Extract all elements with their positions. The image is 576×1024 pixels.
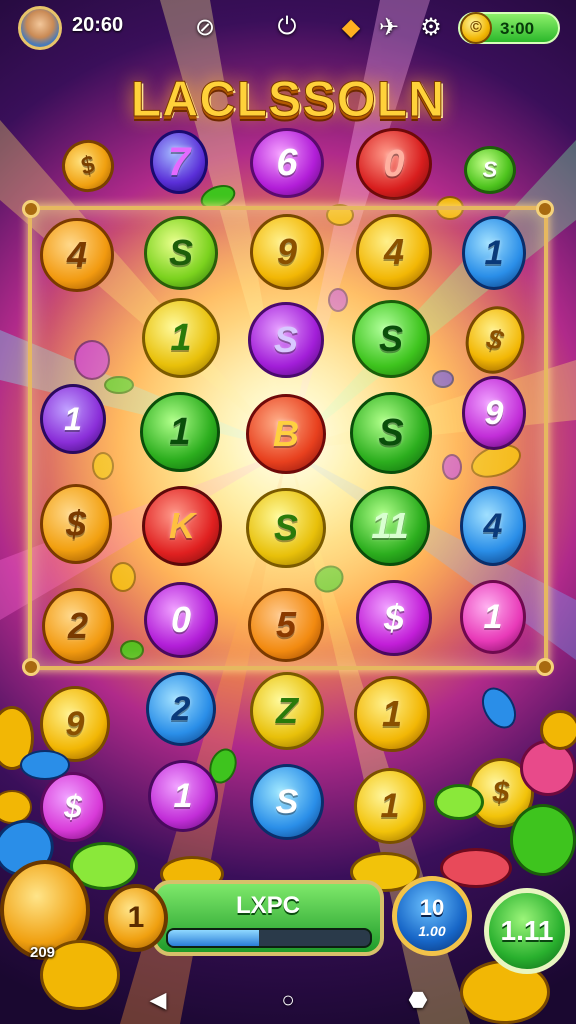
board-coin[interactable]: K bbox=[142, 486, 222, 566]
board-coin[interactable]: S bbox=[144, 216, 218, 290]
lower-coin[interactable]: 1 bbox=[354, 768, 426, 844]
board-coin[interactable]: 4 bbox=[356, 214, 432, 290]
board-coin[interactable]: 0 bbox=[144, 582, 218, 658]
coin-balance: 3:00 bbox=[500, 19, 535, 38]
home-button[interactable]: ○ bbox=[273, 985, 303, 1015]
board-coin[interactable]: B bbox=[246, 394, 326, 474]
system-nav-bar: ◀ ○ ⬣ bbox=[0, 976, 576, 1024]
board-coin[interactable]: S bbox=[352, 300, 430, 378]
coin-balance-pill[interactable]: © 3:00 bbox=[458, 12, 560, 44]
lower-coin[interactable]: $ bbox=[40, 772, 106, 842]
xp-fill bbox=[168, 930, 259, 946]
blue-badge-value: 10 bbox=[419, 895, 445, 920]
back-button[interactable]: ◀ bbox=[143, 985, 173, 1015]
board-coin[interactable]: S bbox=[350, 392, 432, 474]
board-coin[interactable]: 5 bbox=[248, 588, 324, 662]
board-coin[interactable]: 1 bbox=[40, 384, 106, 454]
level-coin[interactable]: 1 bbox=[104, 884, 168, 952]
xp-bar[interactable]: LXPC bbox=[152, 880, 384, 956]
gear-icon[interactable]: ⚙ bbox=[416, 12, 446, 42]
pile-coin bbox=[434, 784, 484, 820]
pile-coin bbox=[510, 804, 576, 876]
lower-coin[interactable]: 1 bbox=[354, 676, 430, 752]
clock-time: 20:60 bbox=[72, 14, 124, 36]
board-coin[interactable]: 1 bbox=[142, 298, 220, 378]
pile-coin bbox=[20, 750, 70, 780]
blue-badge[interactable]: 10 1.00 bbox=[392, 876, 472, 956]
board-corner bbox=[536, 658, 554, 676]
top-bar: 20:60 ⊘ ⏻ ◆ ✈ ⚙ © 3:00 bbox=[0, 0, 576, 56]
board-corner bbox=[22, 200, 40, 218]
blue-badge-sub: 1.00 bbox=[418, 923, 446, 939]
recents-button[interactable]: ⬣ bbox=[403, 985, 433, 1015]
small-value-label: 209 bbox=[30, 944, 56, 961]
lower-coin[interactable]: 1 bbox=[148, 760, 218, 832]
board-coin[interactable]: 1 bbox=[140, 392, 220, 472]
top-coin-1[interactable]: 7 bbox=[150, 130, 208, 194]
power-icon[interactable]: ⏻ bbox=[272, 12, 302, 42]
floating-coin: S bbox=[464, 146, 516, 194]
coin-icon: © bbox=[460, 12, 492, 44]
board-coin[interactable]: 4 bbox=[460, 486, 526, 566]
green-spin-button[interactable]: 1.11 bbox=[484, 888, 570, 974]
lower-coin[interactable]: Z bbox=[250, 672, 324, 750]
floating-coin: $ bbox=[54, 132, 122, 200]
xp-panel: LXPC 1 bbox=[104, 876, 384, 960]
board-coin[interactable]: $ bbox=[356, 580, 432, 656]
floating-coin bbox=[475, 681, 523, 735]
top-coin-2[interactable]: 6 bbox=[250, 128, 324, 198]
avatar[interactable] bbox=[18, 6, 62, 50]
board-coin[interactable]: 9 bbox=[250, 214, 324, 290]
board-coin[interactable]: 4 bbox=[40, 218, 114, 292]
board-coin[interactable]: S bbox=[248, 302, 324, 378]
game-title: LACLSSOLN bbox=[130, 71, 446, 128]
lower-coin[interactable]: 2 bbox=[146, 672, 216, 746]
board-corner bbox=[536, 200, 554, 218]
board-coin[interactable]: 1 bbox=[462, 216, 526, 290]
pizza-icon[interactable]: ◆ bbox=[336, 12, 366, 42]
xp-label: LXPC bbox=[235, 892, 300, 919]
board-coin[interactable]: 11 bbox=[350, 486, 430, 566]
board-coin[interactable]: S bbox=[246, 488, 326, 568]
rocket-icon[interactable]: ✈ bbox=[374, 12, 404, 42]
no-sign-icon[interactable]: ⊘ bbox=[190, 12, 220, 42]
board-corner bbox=[22, 658, 40, 676]
board-coin[interactable]: $ bbox=[40, 484, 112, 564]
top-coin-3[interactable]: 0 bbox=[356, 128, 432, 200]
board-coin[interactable]: 1 bbox=[460, 580, 526, 654]
pile-coin bbox=[540, 710, 576, 750]
xp-track bbox=[166, 928, 372, 948]
board-coin[interactable]: 9 bbox=[462, 376, 526, 450]
board-coin[interactable]: 2 bbox=[42, 588, 114, 664]
lower-coin[interactable]: S bbox=[250, 764, 324, 840]
